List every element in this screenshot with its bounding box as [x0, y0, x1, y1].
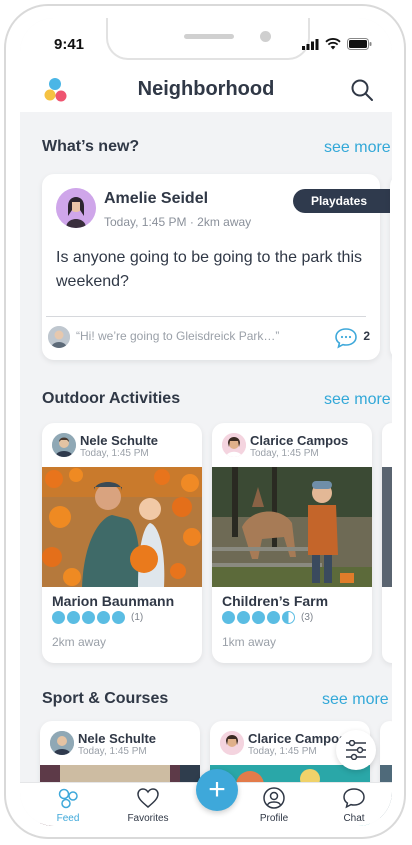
- user-avatar: [52, 433, 76, 457]
- sport-heading: Sport & Courses: [42, 690, 169, 707]
- post-author-name: Amelie Seidel: [104, 190, 209, 207]
- person-photo-icon: [220, 731, 244, 755]
- reply-avatar: [48, 326, 70, 348]
- post-text: Is anyone going to be going to the park …: [56, 249, 362, 290]
- card-user-name: Clarice Campos: [250, 433, 349, 448]
- nav-profile[interactable]: Profile: [244, 787, 304, 824]
- nav-favorites-label: Favorites: [127, 813, 169, 824]
- rating-dot-icon: [267, 611, 280, 624]
- outdoor-see-more[interactable]: see more: [324, 391, 391, 409]
- rating-dot-icon: [252, 611, 265, 624]
- person-photo-icon: [56, 188, 96, 228]
- rating-stars: (1): [52, 611, 143, 624]
- plus-icon: +: [208, 773, 226, 806]
- activity-photo: [42, 467, 202, 587]
- rating-dot-icon: [52, 611, 65, 624]
- app-screen: 9:41 Neighborhood What’s new? see more A…: [20, 18, 392, 826]
- activity-photo: [382, 467, 392, 587]
- status-icons: [302, 38, 372, 50]
- farm-photo-icon: [212, 467, 372, 587]
- user-avatar: [50, 731, 74, 755]
- pumpkin-patch-photo-icon: [42, 467, 202, 587]
- user-avatar: [220, 731, 244, 755]
- rating-count: (3): [301, 612, 314, 623]
- profile-icon: [263, 787, 285, 809]
- post-divider: [46, 316, 366, 317]
- rating-dot-icon: [112, 611, 125, 624]
- comment-icon[interactable]: [334, 327, 358, 349]
- notch: [106, 18, 310, 60]
- rating-stars: (3): [222, 611, 313, 624]
- nav-profile-label: Profile: [259, 813, 289, 824]
- rating-dot-icon: [222, 611, 235, 624]
- card-time: Today, 1:45 PM: [250, 448, 319, 459]
- card-time: Today, 1:45 PM: [80, 448, 149, 459]
- person-photo-icon: [50, 731, 74, 755]
- whats-new-heading: What’s new?: [42, 138, 140, 155]
- signal-icon: [302, 38, 319, 50]
- card-user-name: Clarice Campos: [248, 731, 347, 746]
- rating-dot-icon: [82, 611, 95, 624]
- camera: [260, 31, 271, 42]
- filter-sliders-icon: [346, 740, 366, 760]
- rating-dot-icon: [97, 611, 110, 624]
- rating-half-dot-icon: [282, 611, 295, 624]
- page-title: Neighborhood: [137, 78, 275, 100]
- activity-distance: 2km away: [52, 635, 107, 649]
- outdoor-heading: Outdoor Activities: [42, 390, 181, 407]
- person-photo-icon: [52, 433, 76, 457]
- wifi-icon: [325, 38, 341, 50]
- status-time: 9:41: [54, 36, 85, 53]
- card-user-name: Nele Schulte: [80, 433, 159, 448]
- card-time: Today, 1:45 PM: [78, 746, 147, 757]
- rating-dot-icon: [67, 611, 80, 624]
- top-app-bar: Neighborhood: [20, 68, 392, 112]
- card-user-name: Nele Schulte: [78, 731, 157, 746]
- activity-card[interactable]: Nele Schulte Today, 1:45 PM Marion Baunm…: [42, 423, 202, 663]
- heart-icon: [137, 788, 159, 808]
- nav-chat[interactable]: Chat: [324, 787, 384, 824]
- nav-feed-label: Feed: [56, 813, 80, 824]
- nav-chat-label: Chat: [343, 813, 365, 824]
- whats-new-see-more[interactable]: see more: [324, 139, 391, 157]
- activity-title: Marion Baunmann: [52, 593, 175, 609]
- status-bar: 9:41: [20, 18, 392, 68]
- rating-count: (1): [131, 612, 144, 623]
- nav-favorites[interactable]: Favorites: [118, 787, 178, 824]
- filter-button[interactable]: [336, 730, 376, 770]
- activity-distance: 1km away: [222, 635, 277, 649]
- next-post-card-edge[interactable]: [390, 174, 392, 360]
- speaker: [184, 34, 234, 39]
- nav-feed[interactable]: Feed: [38, 787, 98, 824]
- activity-card-partial[interactable]: K: [382, 423, 392, 663]
- card-time: Today, 1:45 PM: [248, 746, 317, 757]
- activity-photo: [212, 467, 372, 587]
- battery-icon: [347, 38, 372, 50]
- phone-frame: 9:41 Neighborhood What’s new? see more A…: [4, 4, 406, 839]
- post-card[interactable]: Amelie Seidel Today, 1:45 PM · 2km away …: [42, 174, 392, 360]
- rating-dot-icon: [237, 611, 250, 624]
- author-avatar: [56, 188, 96, 228]
- sport-see-more[interactable]: see more: [322, 691, 389, 709]
- add-post-button[interactable]: +: [196, 769, 238, 811]
- activity-title: Children’s Farm: [222, 593, 329, 609]
- reply-preview[interactable]: “Hi! we’re going to Gleisdreick Park…”: [76, 329, 279, 343]
- chat-icon: [343, 788, 365, 809]
- comment-count: 2: [363, 329, 370, 343]
- activity-card[interactable]: Clarice Campos Today, 1:45 PM Children’s…: [212, 423, 372, 663]
- post-category-tag[interactable]: Playdates: [292, 189, 392, 213]
- post-meta: Today, 1:45 PM · 2km away: [104, 215, 252, 229]
- user-avatar: [222, 433, 246, 457]
- feed-bubbles-icon: [58, 788, 78, 809]
- person-photo-icon: [222, 433, 246, 457]
- search-icon[interactable]: [350, 78, 374, 102]
- person-photo-icon: [48, 326, 70, 348]
